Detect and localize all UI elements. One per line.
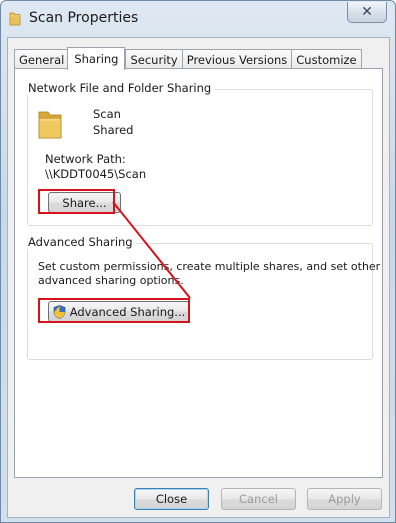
advanced-sharing-group-title: Advanced Sharing bbox=[20, 235, 137, 249]
tab-label: Sharing bbox=[74, 52, 119, 66]
network-path-value: \\KDDT0045\Scan bbox=[45, 167, 147, 181]
tab-sharing[interactable]: Sharing bbox=[67, 47, 126, 70]
close-button[interactable]: Close bbox=[134, 488, 209, 510]
cancel-button-label: Cancel bbox=[239, 492, 278, 506]
folder-icon bbox=[38, 111, 62, 139]
network-path-label: Network Path: bbox=[45, 152, 126, 166]
advanced-sharing-button[interactable]: Advanced Sharing... bbox=[48, 301, 190, 322]
properties-window: Scan Properties ✕ General Sharing Securi… bbox=[0, 0, 396, 523]
folder-icon bbox=[9, 12, 21, 26]
title-bar[interactable]: Scan Properties ✕ bbox=[1, 1, 395, 37]
dialog-body: General Sharing Security Previous Versio… bbox=[7, 37, 390, 518]
advanced-sharing-button-label: Advanced Sharing... bbox=[69, 304, 186, 319]
tab-label: Previous Versions bbox=[186, 52, 288, 67]
close-icon: ✕ bbox=[361, 4, 373, 20]
tab-security[interactable]: Security bbox=[125, 49, 183, 69]
tab-label: Customize bbox=[296, 52, 357, 67]
tab-strip: General Sharing Security Previous Versio… bbox=[14, 47, 362, 70]
cancel-button[interactable]: Cancel bbox=[221, 488, 296, 510]
share-button-label: Share... bbox=[62, 195, 107, 210]
share-button[interactable]: Share... bbox=[48, 192, 121, 213]
advanced-sharing-description-line1: Set custom permissions, create multiple … bbox=[38, 260, 381, 273]
uac-shield-icon bbox=[53, 304, 66, 319]
apply-button[interactable]: Apply bbox=[307, 488, 382, 510]
tab-label: Security bbox=[130, 52, 178, 67]
tab-customize[interactable]: Customize bbox=[291, 49, 362, 69]
network-sharing-group-title: Network File and Folder Sharing bbox=[20, 81, 216, 95]
window-close-button[interactable]: ✕ bbox=[347, 2, 387, 23]
tab-general[interactable]: General bbox=[14, 49, 70, 69]
tab-label: General bbox=[19, 52, 65, 67]
close-button-label: Close bbox=[155, 492, 188, 506]
advanced-sharing-description-line2: advanced sharing options. bbox=[38, 274, 184, 287]
share-status: Shared bbox=[93, 123, 134, 137]
sharing-tab-panel: Network File and Folder Sharing Scan Sha… bbox=[14, 68, 383, 478]
apply-button-label: Apply bbox=[328, 492, 361, 506]
window-title: Scan Properties bbox=[29, 10, 139, 26]
folder-name: Scan bbox=[93, 107, 121, 121]
tab-previous-versions[interactable]: Previous Versions bbox=[181, 49, 293, 69]
